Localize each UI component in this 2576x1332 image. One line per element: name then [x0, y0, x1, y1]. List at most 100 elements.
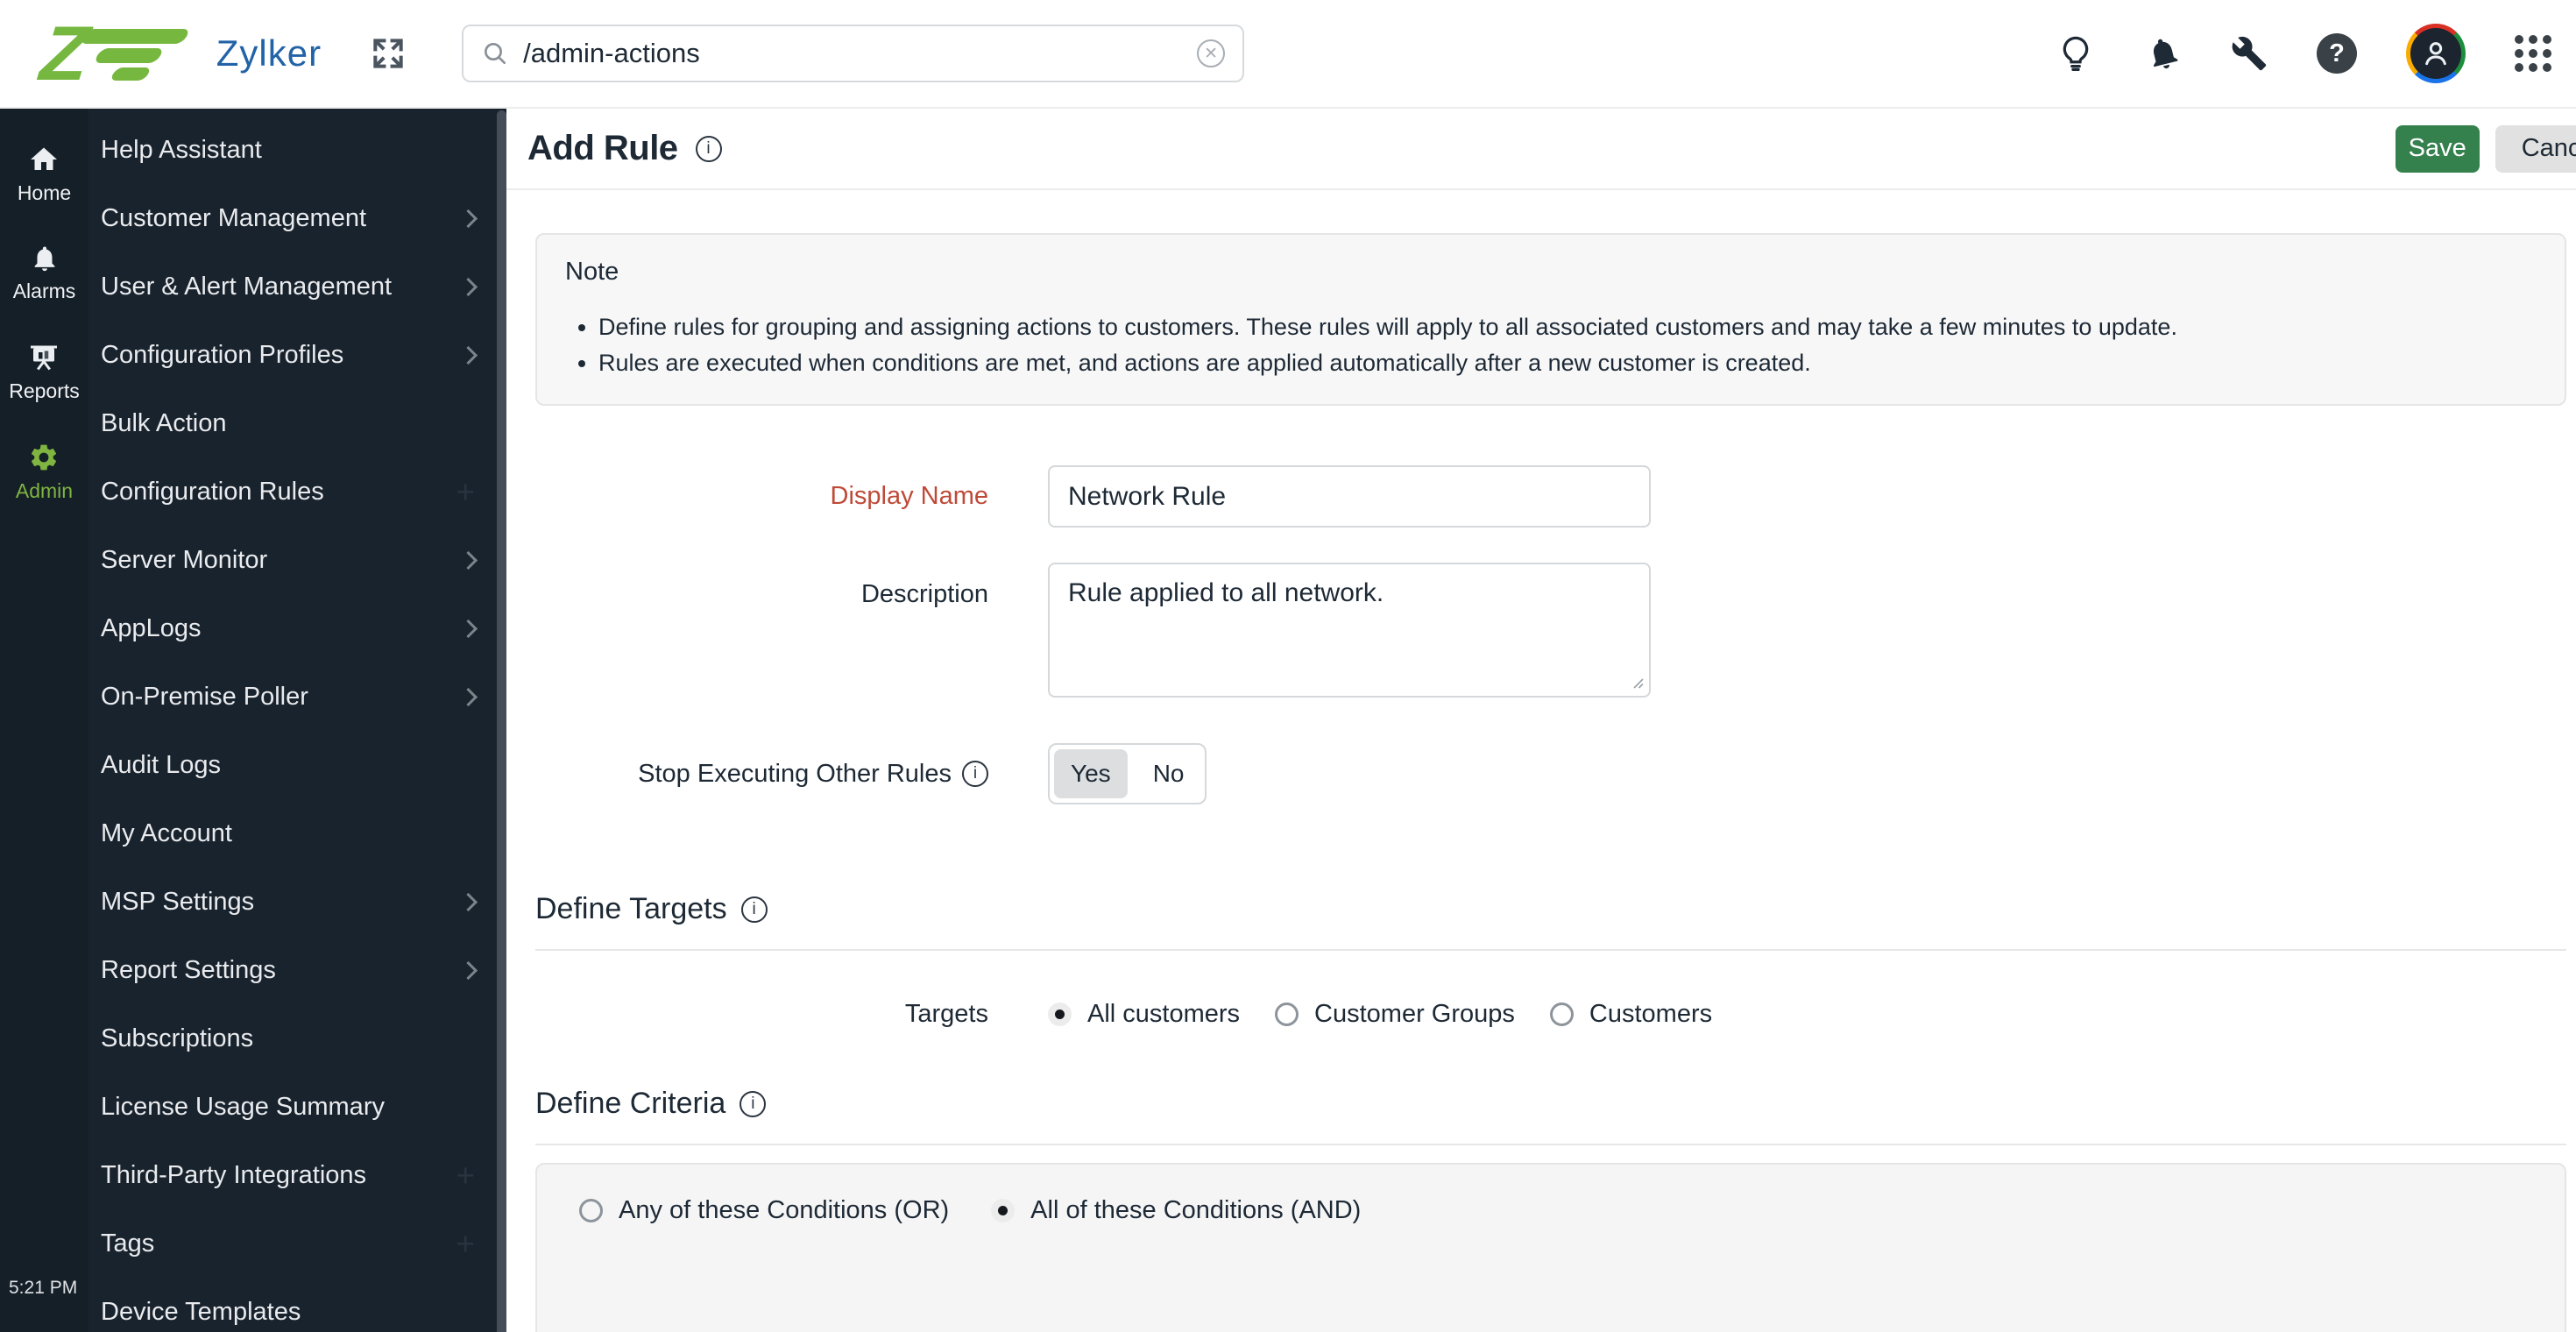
rail-item-alarms[interactable]: Alarms — [12, 244, 76, 303]
rail-item-admin[interactable]: Admin — [16, 442, 73, 503]
tools-wrench-icon[interactable] — [2231, 35, 2268, 72]
sidebar-item-label: On-Premise Poller — [101, 682, 308, 711]
sidebar-item-on-premise-poller[interactable]: On-Premise Poller — [88, 662, 506, 731]
sidebar-item-label: Customer Management — [101, 203, 367, 232]
sidebar-item-audit-logs[interactable]: Audit Logs — [88, 731, 506, 799]
sidebar-item-customer-management[interactable]: Customer Management — [88, 184, 506, 252]
sidebar-item-label: Configuration Profiles — [101, 340, 344, 369]
stop-rules-option-yes[interactable]: Yes — [1054, 749, 1128, 798]
plus-icon[interactable]: + — [456, 1228, 475, 1260]
criteria-box: Any of these Conditions (OR) All of these… — [535, 1163, 2566, 1332]
sidebar-item-label: Report Settings — [101, 955, 276, 984]
stop-rules-option-no[interactable]: No — [1132, 745, 1206, 803]
sidebar-item-label: Configuration Rules — [101, 477, 324, 506]
sidebar-item-report-settings[interactable]: Report Settings — [88, 936, 506, 1004]
rail-label: Admin — [15, 479, 74, 502]
sidebar: Home Alarms Reports Admin Help Assistant… — [0, 109, 506, 1332]
sidebar-item-label: Help Assistant — [101, 135, 262, 164]
chevron-right-icon — [458, 687, 478, 706]
criteria-option-all-of-these-conditions-and[interactable]: All of these Conditions (AND) — [991, 1196, 1361, 1225]
alarms-bell-icon — [34, 246, 54, 272]
target-option-all-customers[interactable]: All customers — [1048, 1000, 1240, 1029]
chevron-right-icon — [458, 209, 478, 228]
sidebar-item-device-templates[interactable]: Device Templates — [88, 1278, 506, 1332]
info-icon[interactable]: i — [740, 896, 768, 923]
sidebar-item-msp-settings[interactable]: MSP Settings — [88, 868, 506, 936]
define-criteria-header: Define Criteria i — [535, 1087, 2576, 1121]
rail-label: Home — [17, 181, 72, 204]
sidebar-rail: Home Alarms Reports Admin — [0, 109, 88, 1332]
sidebar-item-tags[interactable]: Tags + — [88, 1209, 506, 1278]
global-search: ✕ — [462, 25, 1245, 82]
expand-fullscreen-icon[interactable] — [369, 34, 407, 73]
criteria-option-any-of-these-conditions-or[interactable]: Any of these Conditions (OR) — [579, 1196, 949, 1225]
stop-rules-label: Stop Executing Other Rules i — [527, 760, 988, 789]
plus-icon[interactable]: + — [456, 1159, 475, 1192]
plus-icon[interactable]: + — [456, 476, 475, 508]
main-panel: Add Rule i Save Cancel Note Define rules… — [506, 109, 2576, 1332]
section-divider — [535, 1144, 2566, 1145]
notifications-bell-icon[interactable] — [2141, 32, 2186, 76]
sidebar-item-label: License Usage Summary — [101, 1092, 385, 1121]
sidebar-item-configuration-profiles[interactable]: Configuration Profiles — [88, 321, 506, 389]
chevron-right-icon — [458, 345, 478, 365]
lightbulb-icon[interactable] — [2056, 33, 2096, 74]
rail-label: Reports — [9, 379, 80, 402]
sidebar-item-bulk-action[interactable]: Bulk Action — [88, 389, 506, 457]
chevron-right-icon — [458, 277, 478, 296]
target-option-customers[interactable]: Customers — [1549, 1000, 1713, 1029]
search-input[interactable] — [523, 38, 1184, 69]
sidebar-item-server-monitor[interactable]: Server Monitor — [88, 526, 506, 594]
sidebar-item-third-party-integrations[interactable]: Third-Party Integrations + — [88, 1141, 506, 1209]
cancel-button[interactable]: Cancel — [2495, 124, 2576, 173]
resize-handle-icon[interactable] — [1630, 675, 1644, 689]
topbar-icon-group: ? — [2056, 24, 2551, 83]
rail-item-home[interactable]: Home — [18, 144, 71, 205]
radio-label: Any of these Conditions (OR) — [619, 1196, 950, 1224]
page-title: Add Rule — [527, 129, 678, 167]
radio-label: Customers — [1589, 1000, 1713, 1028]
radio-icon — [1048, 1003, 1072, 1026]
sidebar-item-user-alert-management[interactable]: User & Alert Management — [88, 252, 506, 321]
targets-label: Targets — [904, 1000, 988, 1028]
sidebar-item-label: Audit Logs — [101, 750, 222, 779]
sidebar-item-license-usage-summary[interactable]: License Usage Summary — [88, 1073, 506, 1141]
save-button[interactable]: Save — [2395, 124, 2480, 173]
reports-icon — [31, 345, 58, 371]
search-clear-icon[interactable]: ✕ — [1197, 39, 1226, 67]
sidebar-item-subscriptions[interactable]: Subscriptions — [88, 1004, 506, 1073]
target-option-customer-groups[interactable]: Customer Groups — [1275, 1000, 1515, 1029]
description-row: Description Rule applied to all network. — [527, 563, 2576, 698]
user-avatar[interactable] — [2406, 24, 2466, 83]
info-icon[interactable]: i — [740, 1090, 767, 1117]
admin-gear-icon — [32, 444, 57, 471]
note-list: Define rules for grouping and assigning … — [565, 309, 2537, 381]
logo-z-glyph: Z — [36, 10, 90, 96]
sidebar-item-label: Device Templates — [101, 1297, 301, 1326]
sidebar-item-applogs[interactable]: AppLogs — [88, 594, 506, 662]
apps-grid-icon[interactable] — [2515, 35, 2551, 72]
description-textarea[interactable]: Rule applied to all network. — [1048, 563, 1651, 698]
sidebar-item-label: AppLogs — [101, 613, 202, 642]
chevron-right-icon — [458, 892, 478, 911]
info-icon[interactable]: i — [962, 761, 988, 787]
note-title: Note — [565, 258, 619, 286]
rail-label: Alarms — [12, 280, 76, 302]
targets-row: Targets All customers Customer Groups Cust… — [527, 1000, 2576, 1029]
sidebar-item-configuration-rules[interactable]: Configuration Rules + — [88, 457, 506, 526]
sidebar-scrollbar[interactable] — [497, 110, 506, 1332]
sidebar-item-label: Server Monitor — [101, 545, 268, 574]
sidebar-item-label: User & Alert Management — [101, 272, 393, 301]
help-icon[interactable]: ? — [2317, 33, 2357, 74]
stop-rules-row: Stop Executing Other Rules i Yes No — [527, 743, 2576, 804]
sidebar-item-label: Third-Party Integrations — [101, 1160, 367, 1189]
company-logo[interactable]: Z — [37, 10, 191, 96]
radio-label: All customers — [1087, 1000, 1241, 1028]
rail-item-reports[interactable]: Reports — [9, 342, 80, 403]
display-name-input[interactable] — [1048, 465, 1651, 528]
stop-rules-label-text: Stop Executing Other Rules — [638, 759, 952, 788]
targets-radio-group: All customers Customer Groups Customers — [1048, 1000, 1712, 1029]
sidebar-item-help-assistant[interactable]: Help Assistant — [88, 116, 506, 184]
info-icon[interactable]: i — [695, 135, 722, 162]
sidebar-item-my-account[interactable]: My Account — [88, 799, 506, 868]
